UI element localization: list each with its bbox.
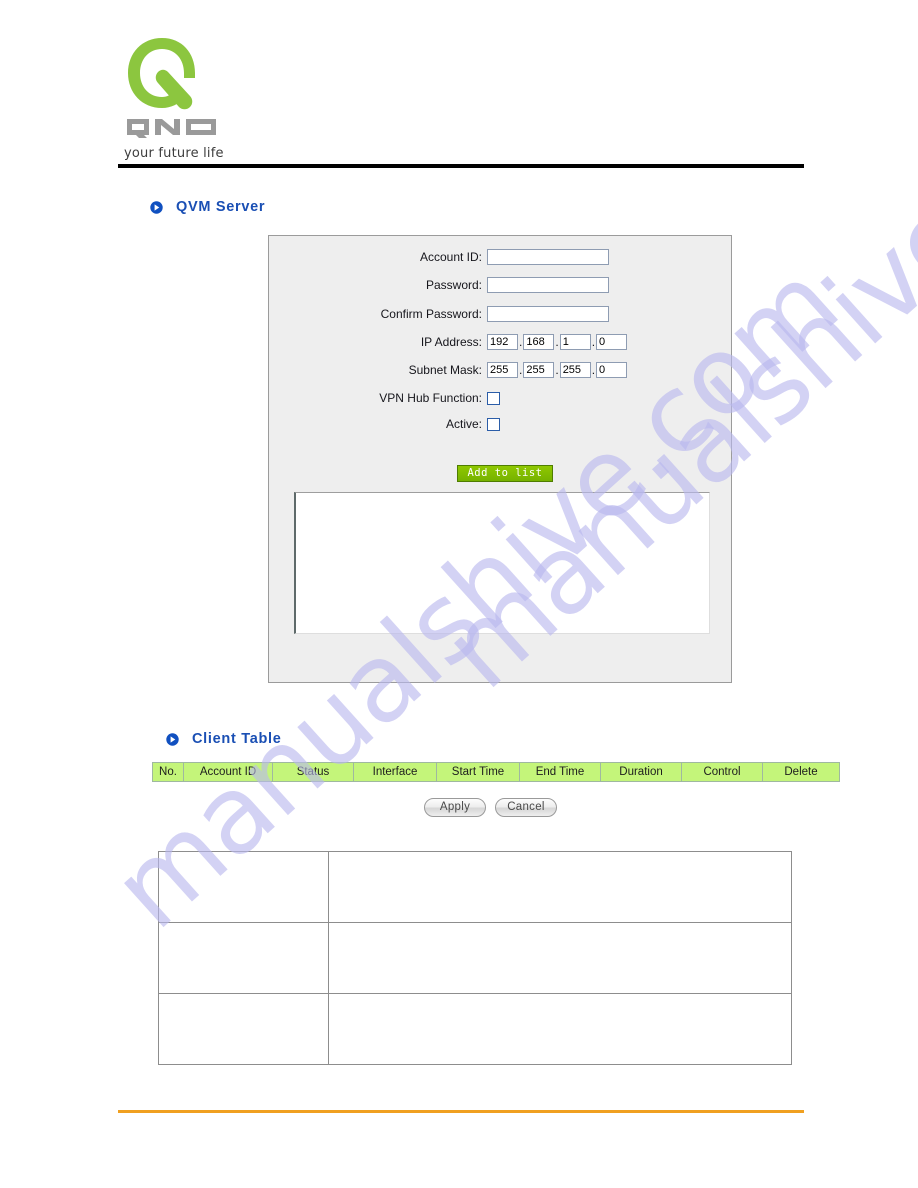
description-table (158, 851, 792, 1065)
client-table: No. Account ID Status Interface Start Ti… (152, 762, 840, 782)
label-active: Active: (445, 417, 482, 431)
column-header-duration[interactable]: Duration (600, 762, 682, 782)
table-row (158, 851, 792, 923)
label-subnet-mask: Subnet Mask: (408, 363, 482, 377)
section-heading-client-table: Client Table (166, 731, 282, 747)
mask-octet-3[interactable] (559, 362, 591, 378)
column-header-end-time[interactable]: End Time (519, 762, 601, 782)
form-row-subnet-mask: Subnet Mask: . . . (291, 361, 628, 379)
section-heading-qvm-server: QVM Server (150, 199, 265, 215)
description-definition (328, 993, 792, 1065)
column-header-no[interactable]: No. (152, 762, 184, 782)
qno-wordmark (124, 116, 314, 143)
brand-tagline: your future life (124, 146, 224, 161)
qno-q-logo-icon (128, 38, 195, 110)
form-row-account-id: Account ID: (291, 248, 609, 266)
table-row (158, 993, 792, 1065)
mask-octet-1[interactable] (487, 362, 518, 378)
label-ip-address: IP Address: (420, 335, 482, 349)
header-divider (118, 164, 804, 168)
add-to-list-button[interactable]: Add to list (457, 465, 553, 482)
column-header-interface[interactable]: Interface (353, 762, 437, 782)
description-term (158, 922, 329, 994)
form-row-password: Password: (291, 276, 609, 294)
blue-play-bullet-icon (150, 200, 163, 214)
ip-octet-2[interactable] (523, 334, 555, 350)
vpn-hub-function-checkbox[interactable] (487, 391, 500, 405)
client-table-header-row: No. Account ID Status Interface Start Ti… (152, 762, 840, 782)
column-header-account-id[interactable]: Account ID (183, 762, 273, 782)
form-row-vpn-hub-function: VPN Hub Function: (291, 389, 500, 407)
label-password: Password: (425, 278, 482, 292)
description-term (158, 851, 329, 923)
active-checkbox[interactable] (487, 417, 500, 431)
form-row-ip-address: IP Address: . . . (291, 333, 628, 351)
ip-octet-4[interactable] (596, 334, 628, 350)
cancel-button[interactable]: Cancel (495, 798, 557, 817)
column-header-start-time[interactable]: Start Time (436, 762, 520, 782)
label-vpn-hub-function: VPN Hub Function: (379, 391, 482, 405)
apply-button[interactable]: Apply (424, 798, 486, 817)
column-header-control[interactable]: Control (681, 762, 763, 782)
column-header-status[interactable]: Status (272, 762, 354, 782)
description-definition (328, 851, 792, 923)
qvm-server-form-panel: Account ID: Password: Confirm Password: … (268, 235, 732, 683)
column-header-delete[interactable]: Delete (762, 762, 840, 782)
ip-octet-3[interactable] (559, 334, 591, 350)
form-row-active: Active: (291, 415, 500, 433)
qvm-client-listbox[interactable] (294, 492, 710, 634)
account-id-input[interactable] (487, 249, 609, 265)
blue-play-bullet-icon (166, 732, 179, 746)
section-title-text: Client Table (192, 731, 282, 747)
password-input[interactable] (487, 277, 609, 293)
label-account-id: Account ID: (419, 250, 482, 264)
description-term (158, 993, 329, 1065)
brand-logo: your future life (124, 34, 314, 161)
label-confirm-password: Confirm Password: (380, 307, 482, 321)
table-row (158, 922, 792, 994)
confirm-password-input[interactable] (487, 306, 609, 322)
section-title-text: QVM Server (176, 199, 266, 215)
form-row-confirm-password: Confirm Password: (291, 305, 609, 323)
footer-divider (118, 1110, 804, 1113)
ip-octet-1[interactable] (487, 334, 518, 350)
mask-octet-2[interactable] (523, 362, 555, 378)
description-definition (328, 922, 792, 994)
qno-wordmark-icon (127, 119, 216, 139)
mask-octet-4[interactable] (596, 362, 628, 378)
action-button-bar: Apply Cancel (424, 798, 557, 817)
